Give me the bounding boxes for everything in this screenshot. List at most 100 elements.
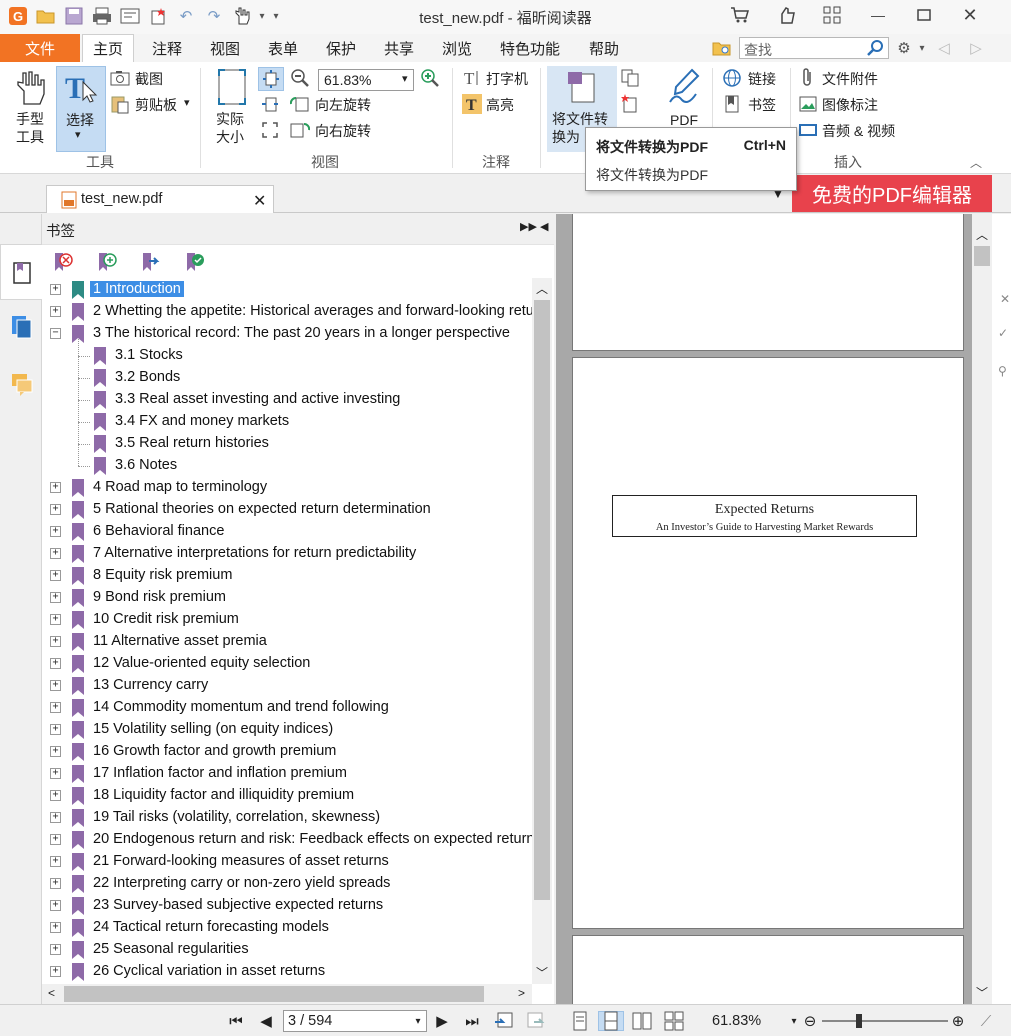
bookmark-item[interactable]: +8 Equity risk premium [42, 565, 532, 587]
menu-share[interactable]: 共享 [384, 34, 414, 62]
expand-icon[interactable]: + [50, 570, 61, 581]
bookmarks-horizontal-scrollbar[interactable]: < > [42, 984, 532, 1004]
right-panel-search-icon[interactable]: ⚲ [998, 364, 1007, 378]
pdf-sign-icon[interactable] [662, 68, 702, 108]
last-page-icon[interactable]: ⏭ [462, 1011, 482, 1031]
scroll-up-icon[interactable]: ︿ [536, 280, 548, 297]
nav-forward-icon[interactable]: ▷ [966, 38, 986, 58]
scroll-right-icon[interactable]: > [518, 986, 525, 1000]
expand-icon[interactable]: + [50, 922, 61, 933]
bookmark-subitem[interactable]: 3.1 Stocks [42, 345, 532, 367]
zoom-select[interactable]: 61.83% [318, 69, 414, 91]
right-panel-check-icon[interactable]: ✓ [998, 326, 1008, 340]
actual-size-icon[interactable] [214, 68, 250, 108]
bookmark-item[interactable]: +24 Tactical return forecasting models [42, 917, 532, 939]
rotate-right-label[interactable]: 向右旋转 [315, 121, 371, 141]
single-page-icon[interactable] [570, 1011, 590, 1031]
menu-form[interactable]: 表单 [268, 34, 298, 62]
highlight-label[interactable]: 高亮 [486, 95, 514, 115]
facing-page-icon[interactable] [632, 1011, 652, 1031]
scroll-down-icon[interactable]: ﹀ [536, 964, 548, 981]
audio-video-label[interactable]: 音频 & 视频 [822, 121, 895, 141]
close-button[interactable]: ✕ [958, 4, 982, 26]
bookmark-item[interactable]: +20 Endogenous return and risk: Feedback… [42, 829, 532, 851]
fit-page-icon[interactable] [258, 67, 284, 91]
fit-width-icon[interactable] [260, 94, 280, 114]
screenshot-label[interactable]: 截图 [135, 69, 163, 89]
file-attachment-label[interactable]: 文件附件 [822, 69, 878, 89]
bookmark-subitem[interactable]: 3.4 FX and money markets [42, 411, 532, 433]
fit-visible-icon[interactable] [260, 120, 280, 140]
menu-home[interactable]: 主页 [82, 34, 135, 62]
bookmark-item[interactable]: +12 Value-oriented equity selection [42, 653, 532, 675]
pages-panel-icon[interactable] [10, 314, 34, 340]
rotate-right-icon[interactable] [290, 120, 310, 140]
bookmark-item[interactable]: +22 Interpreting carry or non-zero yield… [42, 873, 532, 895]
menu-view[interactable]: 视图 [210, 34, 240, 62]
zoom-in-icon[interactable] [420, 68, 440, 88]
link-label[interactable]: 链接 [748, 69, 776, 89]
bookmarks-panel-tab[interactable] [0, 244, 42, 300]
bookmark-add-icon[interactable] [722, 94, 742, 114]
status-zoom-out-icon[interactable]: ⊖ [800, 1011, 820, 1031]
hand-tool-label[interactable]: 手型 工具 [16, 110, 44, 146]
bookmark-item[interactable]: +14 Commodity momentum and trend followi… [42, 697, 532, 719]
document-vertical-scrollbar[interactable]: ︿ ﹀ [972, 214, 992, 1004]
clipboard-label[interactable]: 剪贴板 [135, 95, 177, 115]
zoom-dropdown-icon[interactable]: ▾ [402, 72, 408, 85]
expand-icon[interactable]: + [50, 944, 61, 955]
store-icon[interactable] [728, 4, 752, 26]
minimize-button[interactable]: — [866, 4, 890, 26]
menu-comment[interactable]: 注释 [152, 34, 182, 62]
bookmark-item[interactable]: +1 Introduction [42, 279, 532, 301]
bookmark-item[interactable]: +26 Cyclical variation in asset returns [42, 961, 532, 983]
expand-icon[interactable]: + [50, 966, 61, 977]
settings-gear-icon[interactable]: ⚙ [894, 38, 914, 58]
maximize-button[interactable] [912, 4, 936, 26]
nav-back-icon[interactable]: ◁ [934, 38, 954, 58]
rotate-left-label[interactable]: 向左旋转 [315, 95, 371, 115]
previous-view-icon[interactable] [494, 1011, 514, 1031]
layout-icon[interactable] [820, 4, 844, 26]
bookmark-item[interactable]: +21 Forward-looking measures of asset re… [42, 851, 532, 873]
bookmark-item[interactable]: +15 Volatility selling (on equity indice… [42, 719, 532, 741]
menu-help[interactable]: 帮助 [589, 34, 619, 62]
doc-scroll-down-icon[interactable]: ﹀ [976, 984, 988, 1001]
link-icon[interactable] [722, 68, 742, 88]
comments-panel-icon[interactable] [10, 372, 34, 398]
bookmark-item[interactable]: +19 Tail risks (volatility, correlation,… [42, 807, 532, 829]
bookmark-item[interactable]: +25 Seasonal regularities [42, 939, 532, 961]
bookmark-item[interactable]: − 3 The historical record: The past 20 ye… [42, 323, 532, 345]
expand-icon[interactable]: + [50, 548, 61, 559]
pdf-blank-icon[interactable] [620, 94, 640, 114]
document-tab[interactable]: test_new.pdf ✕ [46, 185, 274, 213]
feedback-icon[interactable] [776, 4, 800, 26]
menu-browse[interactable]: 浏览 [442, 34, 472, 62]
screenshot-icon[interactable] [110, 68, 130, 88]
hand-tool-icon[interactable] [12, 70, 48, 106]
bookmark-item[interactable]: +10 Credit risk premium [42, 609, 532, 631]
panel-collapse-icon[interactable]: ◀ [540, 220, 548, 233]
next-view-icon[interactable] [526, 1011, 546, 1031]
expand-icon[interactable]: + [50, 724, 61, 735]
image-annotation-icon[interactable] [798, 94, 818, 114]
continuous-facing-icon[interactable] [664, 1011, 684, 1031]
bookmark-subitem[interactable]: 3.3 Real asset investing and active inve… [42, 389, 532, 411]
expand-icon[interactable]: + [50, 306, 61, 317]
bookmark-item[interactable]: +7 Alternative interpretations for retur… [42, 543, 532, 565]
menu-protect[interactable]: 保护 [326, 34, 356, 62]
bookmark-item[interactable]: +11 Alternative asset premia [42, 631, 532, 653]
bookmark-item[interactable]: +16 Growth factor and growth premium [42, 741, 532, 763]
highlight-icon[interactable]: T [462, 94, 482, 114]
promo-banner[interactable]: 免费的PDF编辑器 [792, 175, 992, 212]
tab-close-icon[interactable]: ✕ [253, 191, 266, 211]
expand-icon[interactable]: + [50, 592, 61, 603]
settings-dropdown-icon[interactable]: ▾ [912, 38, 932, 58]
menu-file[interactable]: 文件 [0, 34, 80, 62]
zoom-out-icon[interactable] [290, 68, 310, 88]
bookmark-properties-icon[interactable] [184, 251, 206, 273]
collapse-icon[interactable]: − [50, 328, 61, 339]
expand-icon[interactable]: + [50, 636, 61, 647]
expand-icon[interactable]: + [50, 746, 61, 757]
typewriter-icon[interactable]: T [462, 68, 482, 88]
